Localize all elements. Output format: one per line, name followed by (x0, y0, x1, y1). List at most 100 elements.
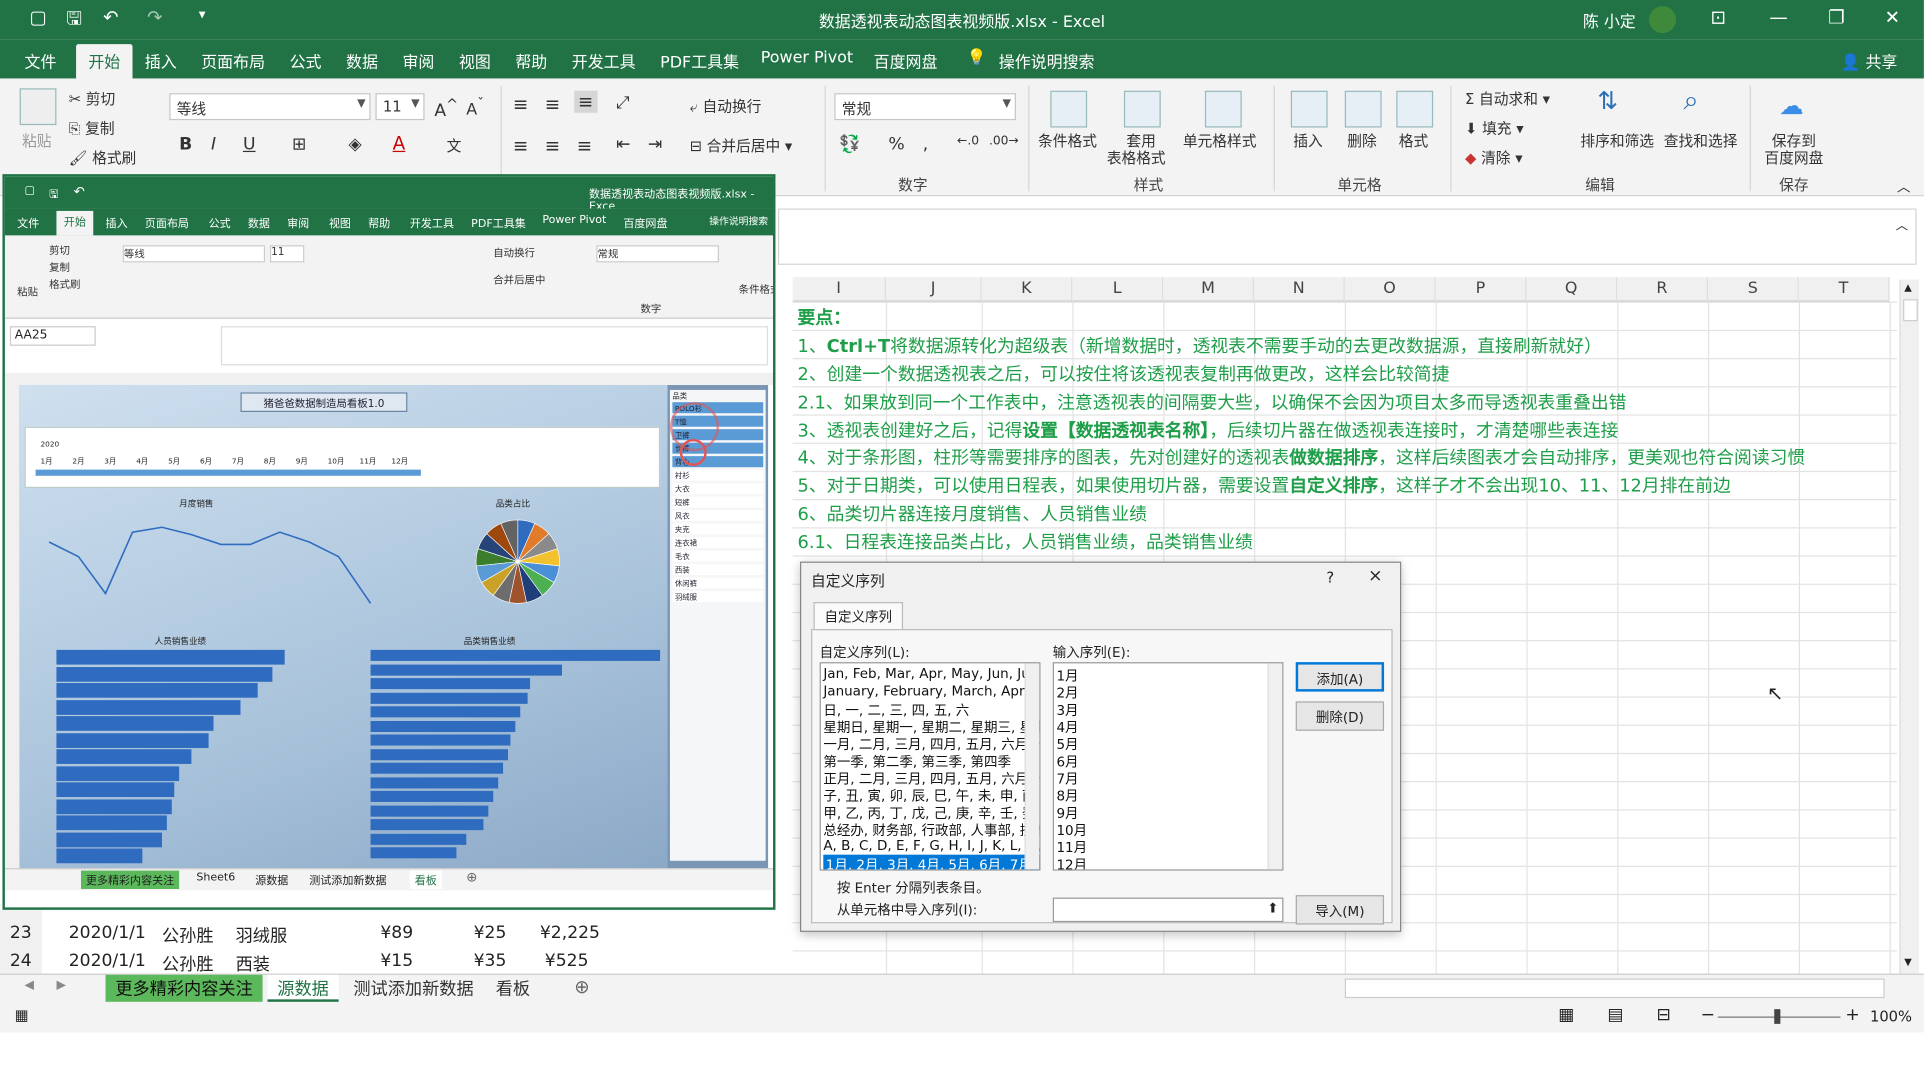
fill-color-icon[interactable]: ◈ (348, 135, 361, 155)
column-header[interactable]: R (1617, 277, 1708, 302)
find-select-icon[interactable]: ⌕ (1683, 86, 1698, 117)
inner-save-icon[interactable]: 🖫 (49, 185, 58, 205)
align-middle-icon[interactable]: ≡ (545, 93, 560, 115)
merge-center-button[interactable]: ⊟ 合并后居中 ▾ (690, 135, 793, 156)
column-header[interactable]: O (1344, 277, 1436, 302)
table-row[interactable]: 24 2020/1/1 公孙胜 西装 ¥15 ¥35 ¥525 (0, 948, 614, 976)
inner-tab-help[interactable]: 帮助 (368, 215, 390, 230)
inner-tab-review[interactable]: 审阅 (287, 215, 309, 230)
inner-font-size[interactable]: 11 (269, 245, 305, 263)
conditional-format-button[interactable]: 条件格式 (1038, 130, 1097, 151)
close-icon[interactable]: ✕ (1885, 6, 1900, 28)
dialog-help-button[interactable]: ? (1326, 569, 1334, 586)
autosum-button[interactable]: Σ 自动求和 ▾ (1465, 88, 1550, 109)
inner-tab-developer[interactable]: 开发工具 (410, 215, 454, 230)
font-color-icon[interactable]: A (393, 132, 406, 154)
timeline-month[interactable]: 5月 (168, 455, 180, 466)
custom-list-item[interactable]: 子, 丑, 寅, 卯, 辰, 巳, 午, 未, 申, 酉, (823, 786, 1039, 804)
cell-qty[interactable]: ¥35 (474, 952, 507, 972)
column-header[interactable]: J (885, 277, 982, 302)
category-bar[interactable] (370, 706, 521, 718)
column-header[interactable]: N (1253, 277, 1345, 302)
tab-baidu[interactable]: 百度网盘 (874, 49, 938, 72)
column-header[interactable]: M (1163, 277, 1254, 302)
user-name[interactable]: 陈 小定 (1583, 9, 1636, 31)
timeline-month[interactable]: 3月 (104, 455, 116, 466)
import-range-input[interactable]: ⬆ (1052, 897, 1284, 923)
column-header[interactable]: S (1707, 277, 1799, 302)
sheet-tab-test[interactable]: 测试添加新数据 (344, 975, 484, 1002)
slicer-item[interactable]: 风衣 (672, 510, 764, 522)
cell-amount[interactable]: ¥2,225 (540, 923, 600, 943)
inner-tab-home[interactable]: 开始 (56, 210, 94, 236)
range-select-icon[interactable]: ⬆ (1267, 900, 1278, 916)
inner-tell-me[interactable]: 操作说明搜索 (709, 215, 768, 228)
inner-name-box[interactable]: AA25 (9, 326, 96, 346)
inner-tab-insert[interactable]: 插入 (106, 215, 128, 230)
people-bar[interactable] (56, 649, 285, 665)
cut-button[interactable]: ✂ 剪切 (69, 88, 115, 109)
people-bar[interactable] (56, 666, 273, 682)
tab-insert[interactable]: 插入 (145, 49, 177, 72)
cell-styles-button[interactable]: 单元格样式 (1183, 130, 1257, 151)
cell-item[interactable]: 羽绒服 (236, 923, 288, 948)
category-bar[interactable] (370, 776, 499, 788)
prev-sheet-icon[interactable]: ◀ (25, 979, 34, 992)
cell-name[interactable]: 公孙胜 (162, 923, 214, 948)
inner-tab-formulas[interactable]: 公式 (209, 215, 231, 230)
category-bar[interactable] (370, 790, 494, 802)
cell-styles-icon[interactable] (1204, 90, 1242, 128)
people-bar[interactable] (56, 682, 258, 698)
dialog-tab[interactable]: 自定义序列 (813, 602, 904, 631)
slicer-item[interactable]: 大衣 (672, 483, 764, 495)
people-bar[interactable] (56, 782, 175, 798)
table-row[interactable]: 23 2020/1/1 公孙胜 羽绒服 ¥89 ¥25 ¥2,225 (0, 920, 614, 948)
cell-price[interactable]: ¥89 (380, 923, 413, 943)
slicer-item[interactable]: 羽绒服 (672, 591, 764, 603)
custom-list-item[interactable]: 1月, 2月, 3月, 4月, 5月, 6月, 7月, 8月 (823, 854, 1040, 870)
add-button[interactable]: 添加(A) (1295, 662, 1385, 692)
normal-view-icon[interactable]: ▦ (1558, 1005, 1574, 1025)
category-pie-chart[interactable] (474, 517, 562, 605)
paste-icon[interactable] (19, 88, 57, 126)
wrap-text-button[interactable]: ⤶ 自动换行 (690, 96, 762, 117)
people-bar[interactable] (56, 815, 167, 831)
inner-conditional[interactable]: 条件格式 (739, 282, 773, 296)
custom-list-item[interactable]: 第一季, 第二季, 第三季, 第四季 (823, 752, 1011, 770)
category-bar[interactable] (370, 847, 457, 859)
scroll-up-icon[interactable]: ▲ (1904, 282, 1912, 293)
inner-font-select[interactable]: 等线 (122, 245, 266, 263)
zoom-thumb[interactable] (1774, 1009, 1781, 1024)
custom-list-item[interactable]: 一月, 二月, 三月, 四月, 五月, 六月, 七 (823, 734, 1039, 753)
cell-item[interactable]: 西装 (236, 952, 270, 977)
custom-lists-listbox[interactable]: Jan, Feb, Mar, Apr, May, Jun, Jul, Januar… (819, 662, 1041, 871)
category-bar[interactable] (370, 649, 661, 661)
insert-cells-button[interactable]: 插入 (1293, 130, 1322, 151)
timeline-month[interactable]: 6月 (200, 455, 212, 466)
expand-formula-icon[interactable]: ︿ (1896, 215, 1908, 232)
category-bar[interactable] (370, 663, 562, 676)
underline-button[interactable]: U (243, 135, 256, 155)
ribbon-display-icon[interactable]: ⊡ (1710, 6, 1725, 28)
align-left-icon[interactable]: ≡ (513, 135, 528, 157)
format-cells-button[interactable]: 格式 (1399, 130, 1428, 151)
font-size-select[interactable]: 11 ▼ (375, 93, 425, 121)
sort-filter-button[interactable]: 排序和筛选 (1580, 130, 1654, 151)
category-bar[interactable] (370, 805, 489, 817)
decrease-indent-icon[interactable]: ⇤ (616, 135, 630, 155)
add-sheet-icon[interactable]: ⊕ (574, 976, 589, 998)
macro-record-icon[interactable]: ▦ (15, 1007, 29, 1024)
dialog-close-button[interactable]: × (1368, 567, 1382, 587)
clear-button[interactable]: ◆ 清除 ▾ (1465, 147, 1523, 168)
timeline-month[interactable]: 9月 (296, 455, 308, 466)
cell-amount[interactable]: ¥525 (545, 952, 589, 972)
phonetic-icon[interactable]: 文 (447, 135, 462, 156)
inner-sheet-test[interactable]: 测试添加新数据 (309, 872, 386, 888)
tab-home[interactable]: 开始 (76, 44, 133, 79)
page-layout-view-icon[interactable]: ▤ (1607, 1005, 1623, 1025)
inner-autosave-icon[interactable]: ▢ (25, 185, 35, 197)
slicer-item[interactable]: 衬衫 (672, 469, 764, 481)
category-bar[interactable] (370, 678, 531, 690)
zoom-out-icon[interactable]: − (1701, 1005, 1715, 1025)
custom-list-item[interactable]: 总经办, 财务部, 行政部, 人事部, 技术 (823, 820, 1039, 839)
